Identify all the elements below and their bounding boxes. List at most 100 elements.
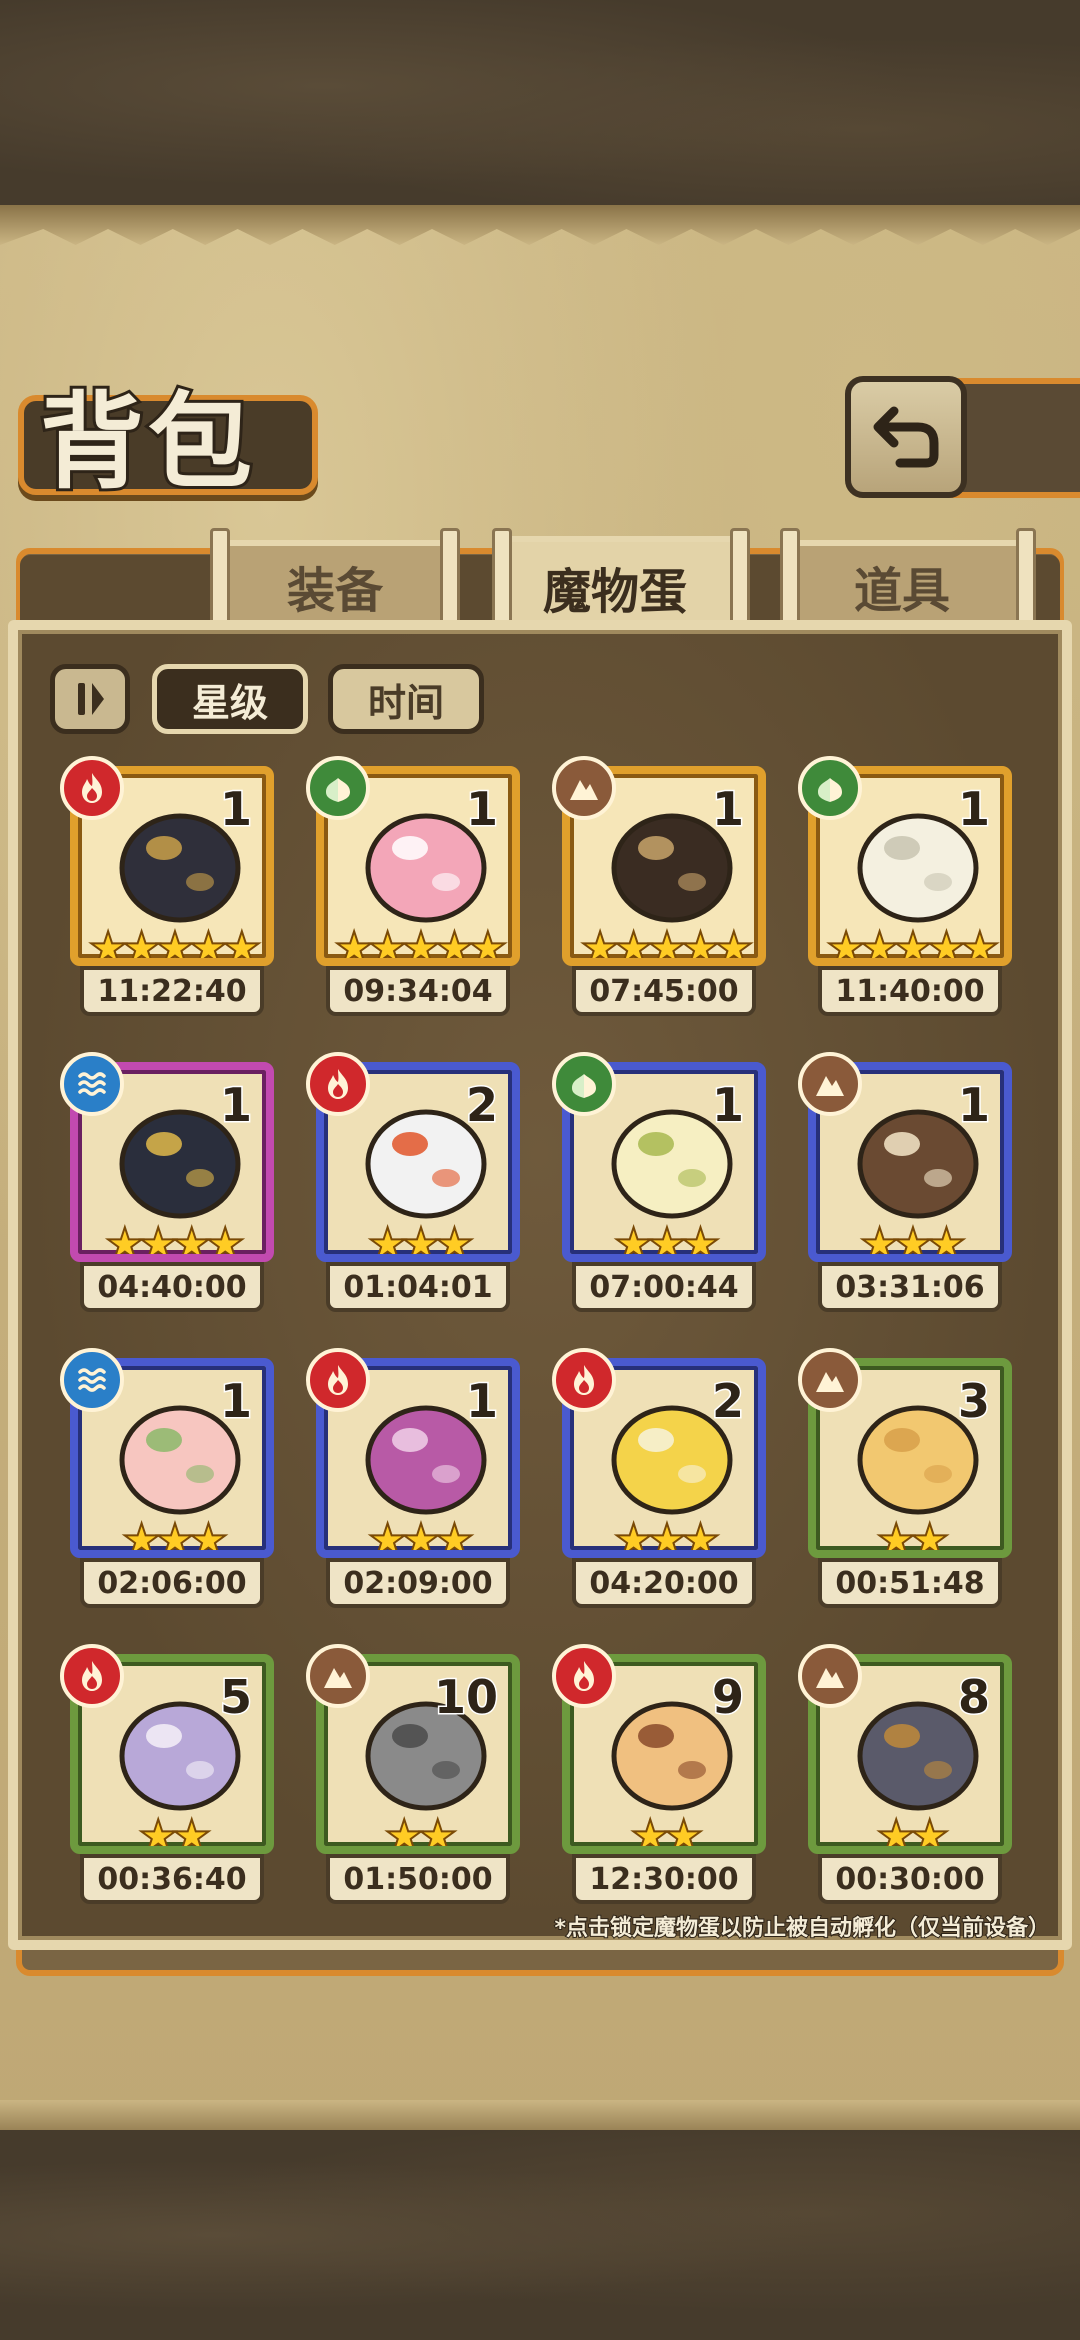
star-rating: ★★ [630,1811,705,1854]
hatch-timer: 03:31:06 [818,1262,1002,1312]
egg-card[interactable]: 2 ★★★ 01:04:01 [306,1052,520,1314]
star-rating: ★★★★ [104,1219,246,1262]
hatch-timer: 02:06:00 [80,1558,264,1608]
earth-element-icon [798,1644,862,1708]
star-rating: ★★★★★ [87,923,262,966]
tab-divider [492,528,512,628]
hatch-timer: 00:30:00 [818,1854,1002,1904]
sort-order-toggle[interactable] [50,664,130,734]
tab-divider [1016,528,1036,628]
star-rating: ★★★★★ [579,923,754,966]
star-rating: ★★★ [367,1515,475,1558]
egg-card[interactable]: 3 ★★ 00:51:48 [798,1348,1012,1610]
egg-count: 1 [710,1078,745,1132]
star-rating: ★★ [876,1515,951,1558]
star-rating: ★★★ [859,1219,967,1262]
lock-hint-text: *点击锁定魔物蛋以防止被自动孵化（仅当前设备） [553,1915,1051,1942]
egg-card[interactable]: 1 ★★★ 03:31:06 [798,1052,1012,1314]
tab-items-label: 道具 [853,563,950,619]
egg-count: 1 [464,1374,499,1428]
egg-count: 9 [710,1670,745,1724]
back-arrow-icon [873,406,939,468]
hatch-timer: 07:45:00 [572,966,756,1016]
egg-count: 1 [464,782,499,836]
fire-element-icon [60,756,124,820]
fire-element-icon [306,1348,370,1412]
star-rating: ★★ [138,1811,213,1854]
fire-element-icon [60,1644,124,1708]
egg-count: 1 [710,782,745,836]
egg-card[interactable]: 9 ★★ 12:30:00 [552,1644,766,1906]
egg-card[interactable]: 1 ★★★ 02:09:00 [306,1348,520,1610]
bottom-background [0,2130,1080,2340]
egg-count: 10 [432,1670,499,1724]
hatch-timer: 00:51:48 [818,1558,1002,1608]
egg-card[interactable]: 10 ★★ 01:50:00 [306,1644,520,1906]
egg-count: 1 [218,1374,253,1428]
hatch-timer: 04:20:00 [572,1558,756,1608]
earth-element-icon [306,1644,370,1708]
tab-items[interactable]: 道具 [780,540,1024,626]
star-rating: ★★★ [121,1515,229,1558]
earth-element-icon [798,1348,862,1412]
tab-equipment[interactable]: 装备 [222,540,448,626]
sort-order-icon [78,683,104,715]
earth-element-icon [552,756,616,820]
hatch-timer: 02:09:00 [326,1558,510,1608]
water-element-icon [60,1348,124,1412]
egg-card[interactable]: 1 ★★★★ 04:40:00 [60,1052,274,1314]
star-rating: ★★★ [613,1515,721,1558]
tab-divider [730,528,750,628]
hatch-timer: 01:50:00 [326,1854,510,1904]
leaf-element-icon [798,756,862,820]
tab-monster-eggs-label: 魔物蛋 [542,564,687,620]
star-rating: ★★★ [367,1219,475,1262]
hatch-timer: 04:40:00 [80,1262,264,1312]
leaf-element-icon [306,756,370,820]
egg-card[interactable]: 1 ★★★ 07:00:44 [552,1052,766,1314]
fire-element-icon [306,1052,370,1116]
egg-count: 1 [218,782,253,836]
egg-card[interactable]: 8 ★★ 00:30:00 [798,1644,1012,1906]
egg-count: 3 [956,1374,991,1428]
hatch-timer: 11:22:40 [80,966,264,1016]
star-rating: ★★★ [613,1219,721,1262]
egg-count: 5 [218,1670,253,1724]
tab-monster-eggs[interactable]: 魔物蛋 [492,536,738,632]
egg-count: 8 [956,1670,991,1724]
egg-card[interactable]: 1 ★★★ 02:06:00 [60,1348,274,1610]
leaf-element-icon [552,1052,616,1116]
hatch-timer: 00:36:40 [80,1854,264,1904]
sort-by-stars-button[interactable]: 星级 [152,664,308,734]
hatch-timer: 11:40:00 [818,966,1002,1016]
egg-card[interactable]: 1 ★★★★★ 07:45:00 [552,756,766,1018]
hatch-timer: 01:04:01 [326,1262,510,1312]
egg-card[interactable]: 5 ★★ 00:36:40 [60,1644,274,1906]
earth-element-icon [798,1052,862,1116]
egg-count: 2 [464,1078,499,1132]
egg-count: 1 [956,782,991,836]
egg-card[interactable]: 1 ★★★★★ 09:34:04 [306,756,520,1018]
back-button[interactable] [845,376,967,498]
egg-count: 1 [956,1078,991,1132]
top-background [0,0,1080,215]
hatch-timer: 07:00:44 [572,1262,756,1312]
egg-count: 1 [218,1078,253,1132]
tab-divider [440,528,460,628]
star-rating: ★★★★★ [333,923,508,966]
sort-by-time-button[interactable]: 时间 [328,664,484,734]
hatch-timer: 12:30:00 [572,1854,756,1904]
star-rating: ★★ [384,1811,459,1854]
tab-equipment-label: 装备 [286,563,383,619]
fire-element-icon [552,1348,616,1412]
fire-element-icon [552,1644,616,1708]
tab-divider [780,528,800,628]
star-rating: ★★★★★ [825,923,1000,966]
hatch-timer: 09:34:04 [326,966,510,1016]
star-rating: ★★ [876,1811,951,1854]
egg-card[interactable]: 2 ★★★ 04:20:00 [552,1348,766,1610]
egg-card[interactable]: 1 ★★★★★ 11:22:40 [60,756,274,1018]
egg-count: 2 [710,1374,745,1428]
egg-card[interactable]: 1 ★★★★★ 11:40:00 [798,756,1012,1018]
page-title: 背包 [37,377,257,506]
